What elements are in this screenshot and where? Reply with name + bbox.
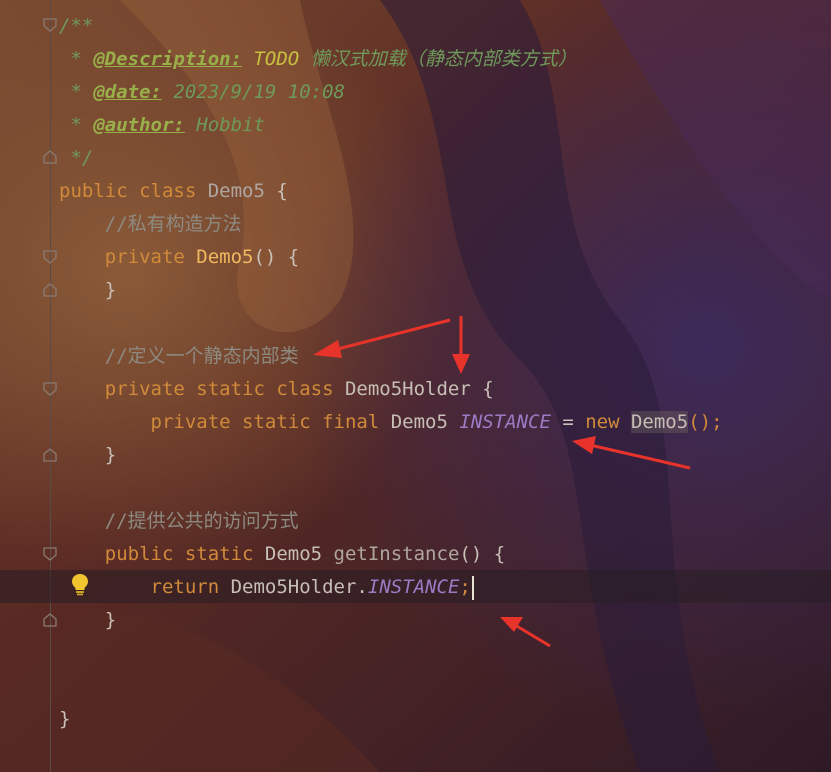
- code-line: //私有构造方法: [59, 213, 242, 235]
- code-line: //定义一个静态内部类: [59, 345, 299, 367]
- code-line: private static final Demo5 INSTANCE = ne…: [59, 411, 723, 433]
- fold-icon[interactable]: [43, 150, 57, 164]
- fold-icon[interactable]: [43, 250, 57, 264]
- code-line: return Demo5Holder.INSTANCE;: [59, 571, 474, 604]
- code-line: }: [59, 279, 117, 301]
- code-line: }: [59, 444, 117, 466]
- fold-icon[interactable]: [43, 613, 57, 627]
- code-line: //提供公共的访问方式: [59, 510, 299, 532]
- code-line: public static Demo5 getInstance() {: [59, 543, 506, 565]
- code-editor[interactable]: /** * @Description: TODO 懒汉式加载（静态内部类方式） …: [0, 0, 831, 772]
- code-line: * @Description: TODO 懒汉式加载（静态内部类方式）: [59, 48, 577, 70]
- code-line: * @date: 2023/9/19 10:08: [59, 81, 345, 103]
- text-caret: [471, 575, 474, 600]
- lightbulb-icon[interactable]: [70, 572, 90, 600]
- fold-icon[interactable]: [43, 448, 57, 462]
- fold-icon[interactable]: [43, 18, 57, 32]
- fold-icon[interactable]: [43, 382, 57, 396]
- fold-icon[interactable]: [43, 547, 57, 561]
- code-line: private static class Demo5Holder {: [59, 378, 494, 400]
- fold-icon[interactable]: [43, 283, 57, 297]
- code-line: }: [59, 708, 71, 730]
- code-line: public class Demo5 {: [59, 180, 288, 202]
- code-line: * @author: Hobbit: [59, 114, 265, 136]
- code-line: private Demo5() {: [59, 246, 300, 268]
- code-line: }: [59, 609, 117, 631]
- code-line: /**: [59, 15, 94, 37]
- code-line: */: [59, 147, 94, 169]
